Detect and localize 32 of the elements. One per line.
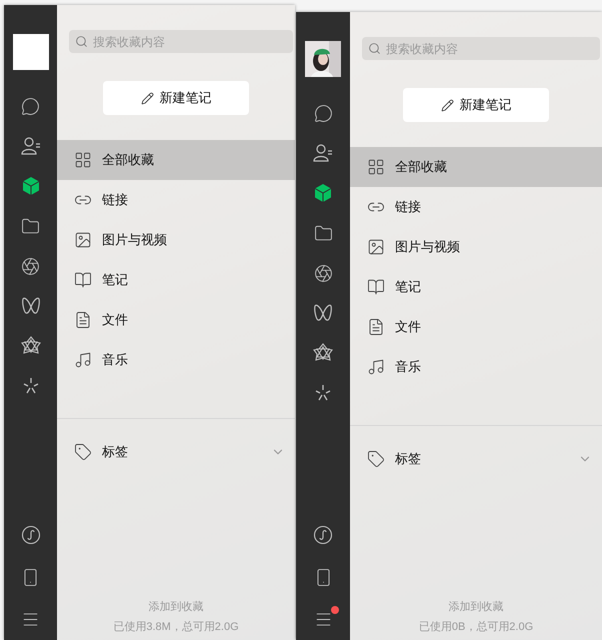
tags-label[interactable]: 标签: [395, 450, 568, 468]
category-item[interactable]: 链接: [350, 187, 602, 227]
search-field[interactable]: 搜索收藏内容: [362, 37, 600, 60]
category-label: 文件: [102, 311, 128, 329]
category-label: 链接: [102, 191, 128, 209]
new-note-button[interactable]: 新建笔记: [403, 88, 549, 122]
category-item[interactable]: 音乐: [57, 340, 295, 380]
search-field[interactable]: 搜索收藏内容: [69, 30, 293, 53]
storage-usage-text: 已使用3.8M，总可用2.0G: [113, 620, 239, 634]
category-item[interactable]: 链接: [57, 180, 295, 220]
category-item[interactable]: 图片与视频: [57, 220, 295, 260]
category-item[interactable]: 文件: [57, 300, 295, 340]
category-label: 笔记: [395, 278, 421, 296]
category-label: 链接: [395, 198, 421, 216]
category-item[interactable]: 全部收藏: [350, 147, 602, 187]
category-item[interactable]: 笔记: [57, 260, 295, 300]
category-label: 笔记: [102, 271, 128, 289]
category-label: 音乐: [395, 358, 421, 376]
category-item[interactable]: 全部收藏: [57, 140, 295, 180]
tags-label[interactable]: 标签: [102, 443, 261, 461]
category-label: 图片与视频: [395, 238, 460, 256]
category-item[interactable]: 音乐: [350, 347, 602, 387]
category-label: 图片与视频: [102, 231, 167, 249]
category-item[interactable]: 图片与视频: [350, 227, 602, 267]
category-item[interactable]: 笔记: [350, 267, 602, 307]
category-label: 全部收藏: [102, 151, 154, 169]
category-label: 全部收藏: [395, 158, 447, 176]
category-label: 文件: [395, 318, 421, 336]
new-note-button[interactable]: 新建笔记: [103, 81, 249, 115]
category-label: 音乐: [102, 351, 128, 369]
category-item[interactable]: 文件: [350, 307, 602, 347]
storage-usage-text: 已使用0B，总可用2.0G: [418, 620, 534, 634]
